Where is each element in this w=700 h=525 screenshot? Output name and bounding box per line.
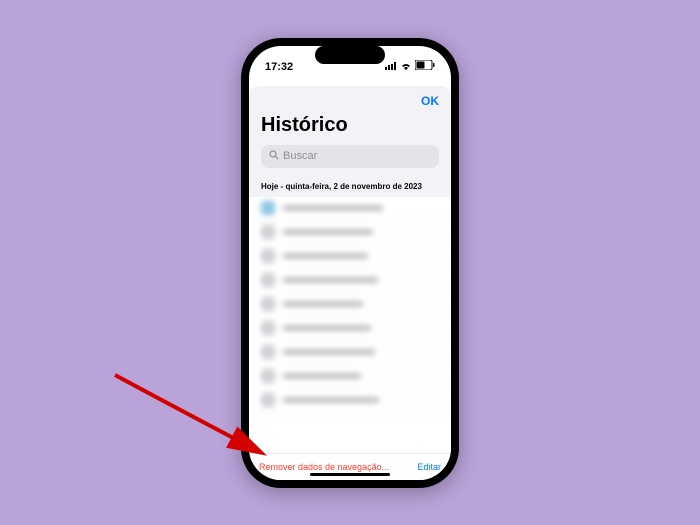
favicon-icon xyxy=(261,345,275,359)
history-item[interactable] xyxy=(249,317,451,341)
history-item[interactable] xyxy=(249,341,451,365)
signal-icon xyxy=(385,61,397,73)
status-time: 17:32 xyxy=(265,61,293,73)
home-indicator[interactable] xyxy=(310,473,390,476)
search-icon xyxy=(269,150,279,163)
favicon-icon xyxy=(261,273,275,287)
favicon-icon xyxy=(261,225,275,239)
section-header-today: Hoje - quinta-feira, 2 de novembro de 20… xyxy=(249,176,451,197)
page-title: Histórico xyxy=(249,112,451,145)
wifi-icon xyxy=(400,61,412,73)
favicon-icon xyxy=(261,201,275,215)
edit-button[interactable]: Editar xyxy=(417,462,441,472)
history-item[interactable] xyxy=(249,197,451,221)
battery-icon xyxy=(415,60,435,73)
history-item[interactable] xyxy=(249,269,451,293)
sheet-header: OK xyxy=(249,86,451,112)
status-icons xyxy=(385,60,435,73)
favicon-icon xyxy=(261,321,275,335)
search-container: Buscar xyxy=(249,145,451,176)
dynamic-island xyxy=(315,46,385,64)
favicon-icon xyxy=(261,297,275,311)
search-input[interactable]: Buscar xyxy=(261,145,439,168)
history-item[interactable] xyxy=(249,293,451,317)
history-item[interactable] xyxy=(249,245,451,269)
annotation-arrow xyxy=(100,370,290,480)
favicon-icon xyxy=(261,249,275,263)
search-placeholder: Buscar xyxy=(283,150,317,162)
ok-button[interactable]: OK xyxy=(421,94,439,108)
history-item[interactable] xyxy=(249,221,451,245)
